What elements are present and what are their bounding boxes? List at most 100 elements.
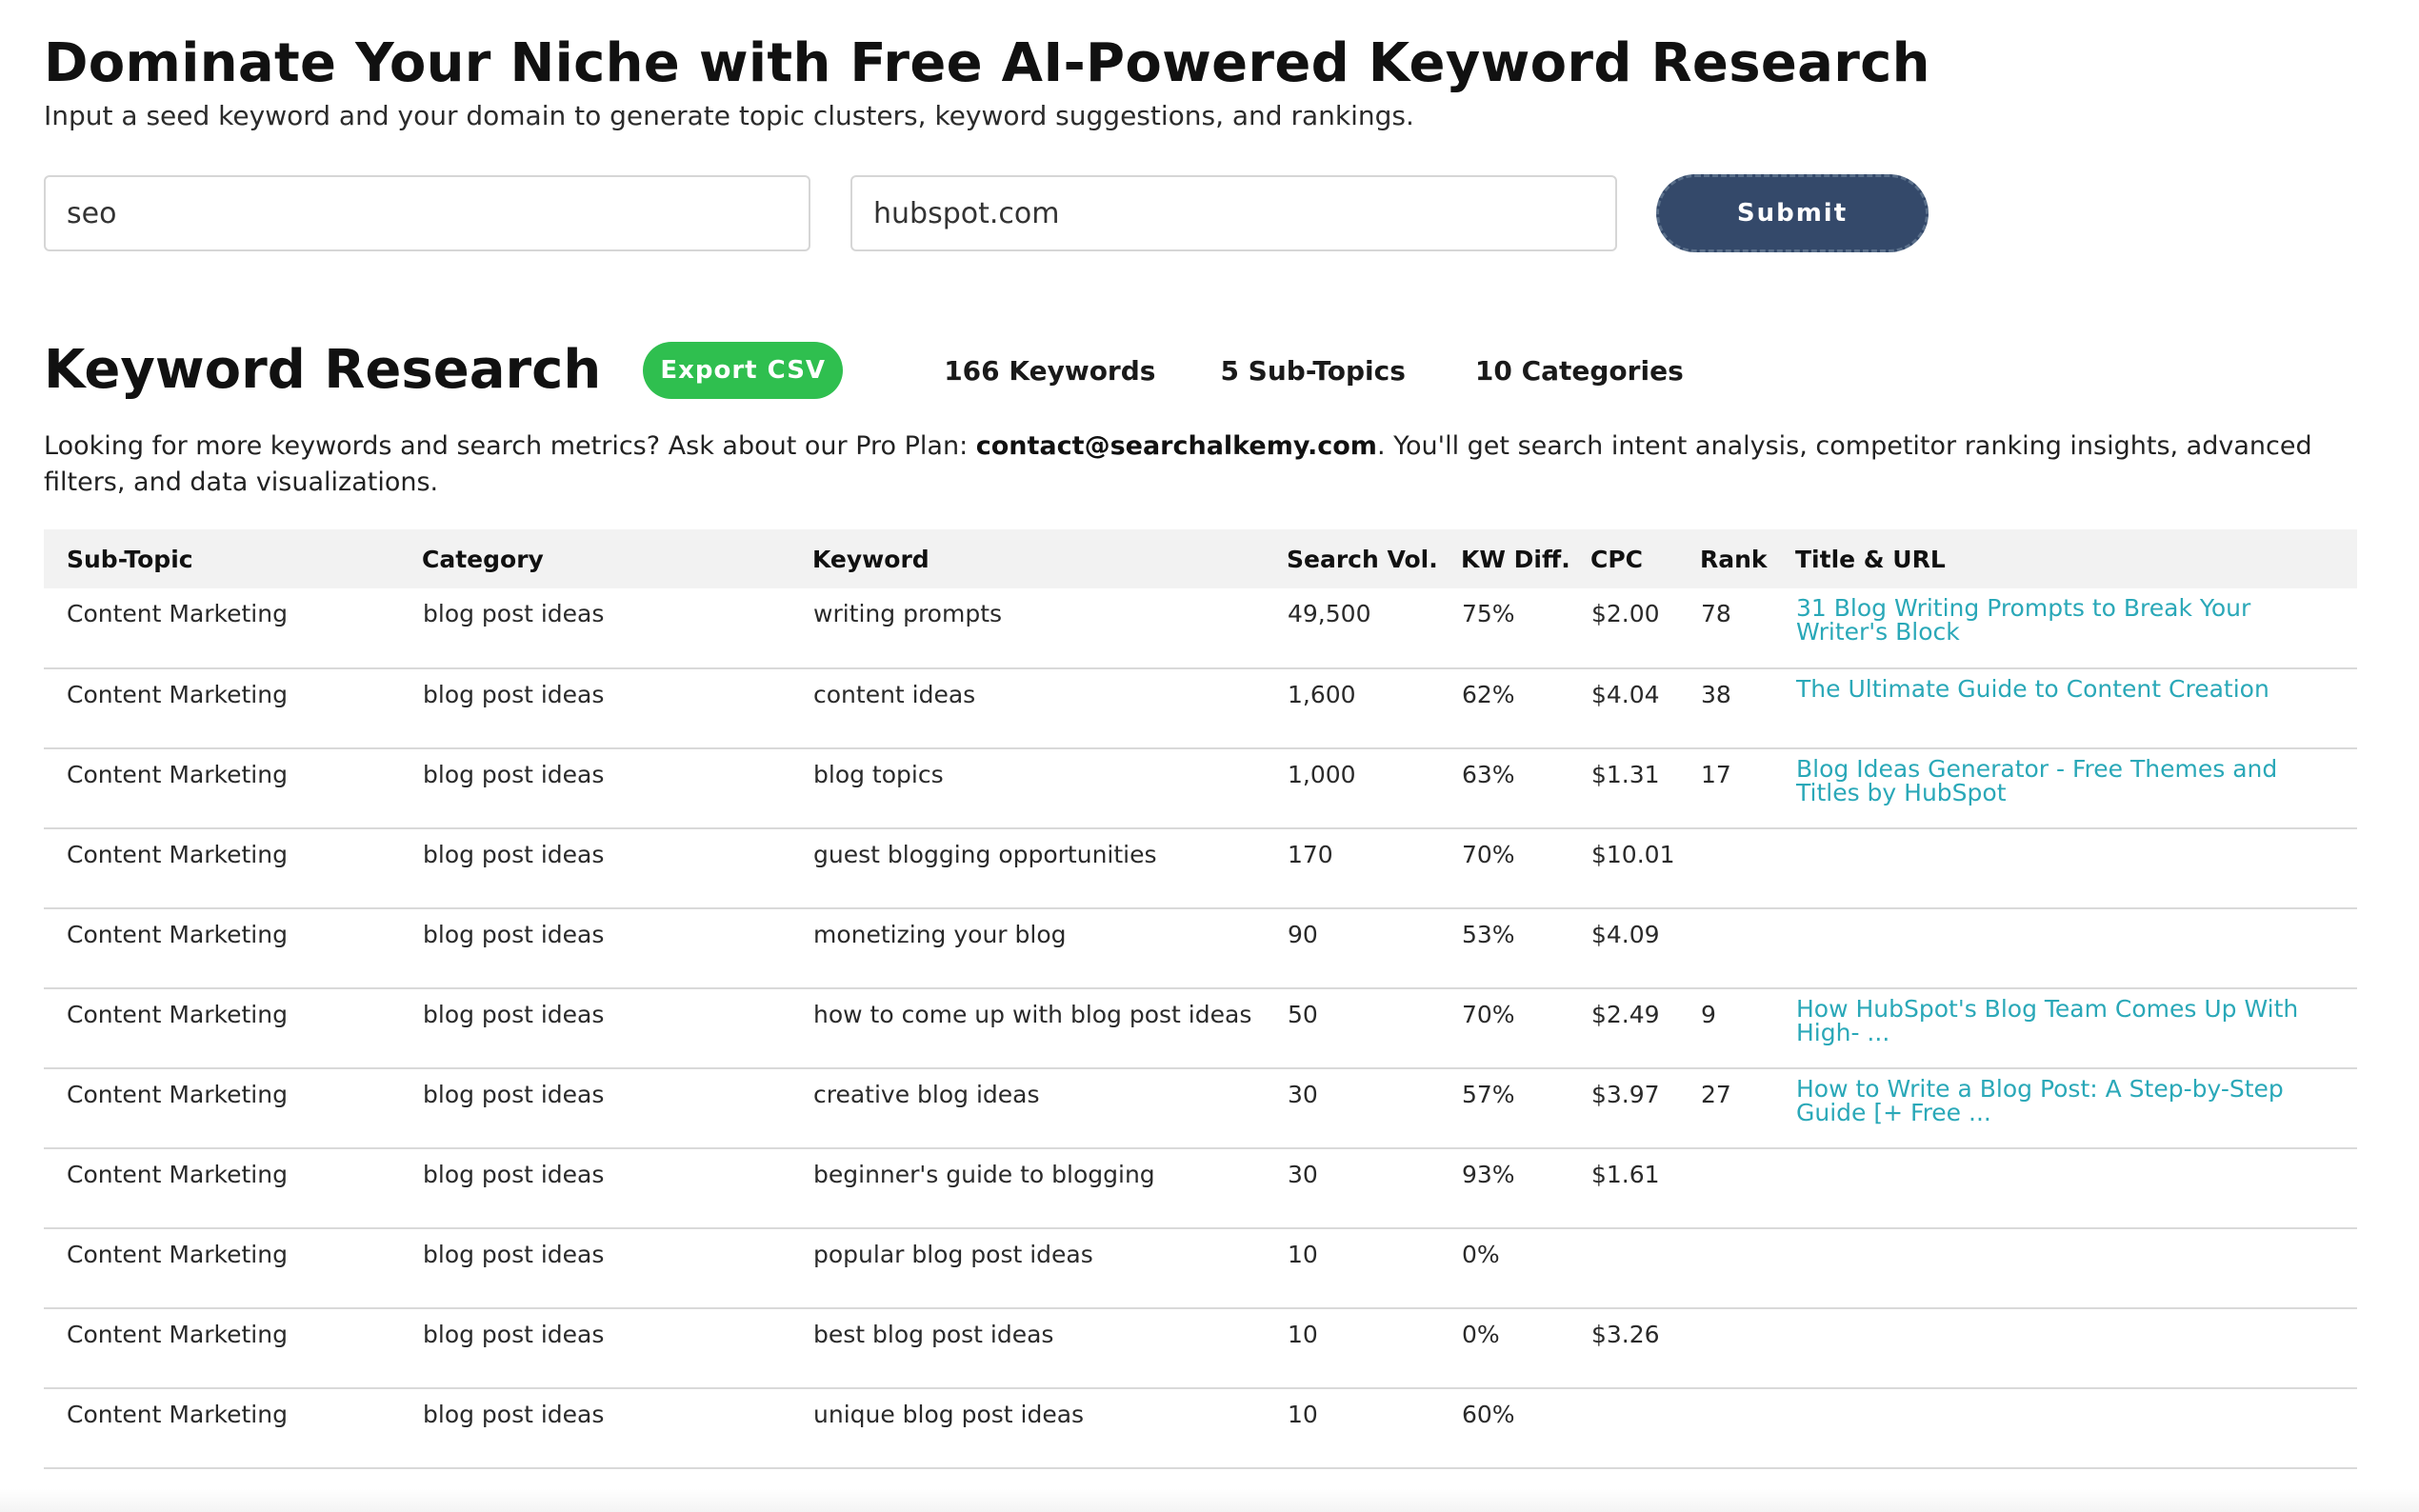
cell-keyword: beginner's guide to blogging <box>812 1148 1287 1229</box>
export-csv-button[interactable]: Export CSV <box>643 342 844 399</box>
page: Dominate Your Niche with Free AI-Powered… <box>0 0 2419 1512</box>
cell-rank <box>1700 1388 1795 1469</box>
cell-search-volume: 170 <box>1287 828 1461 909</box>
ranking-page-link[interactable]: 31 Blog Writing Prompts to Break Your Wr… <box>1796 596 2348 644</box>
cell-subtopic: Content Marketing <box>44 908 422 989</box>
cell-category: blog post ideas <box>422 1228 812 1309</box>
cell-subtopic: Content Marketing <box>44 748 422 829</box>
cell-kw-difficulty: 70% <box>1461 828 1590 909</box>
cell-kw-difficulty: 63% <box>1461 748 1590 829</box>
cell-title-url <box>1795 1148 2357 1229</box>
contact-email: contact@searchalkemy.com <box>975 431 1377 461</box>
cell-category: blog post ideas <box>422 668 812 749</box>
cell-title-url: How HubSpot's Blog Team Comes Up With Hi… <box>1795 988 2357 1069</box>
cell-rank: 9 <box>1700 988 1795 1069</box>
cell-search-volume: 49,500 <box>1287 588 1461 669</box>
ranking-page-link[interactable]: How HubSpot's Blog Team Comes Up With Hi… <box>1796 997 2348 1044</box>
cell-cpc: $1.31 <box>1590 748 1700 829</box>
cell-keyword: monetizing your blog <box>812 908 1287 989</box>
table-row: Content Marketing blog post ideas unique… <box>44 1388 2357 1469</box>
cell-category: blog post ideas <box>422 988 812 1069</box>
cell-search-volume: 1,000 <box>1287 748 1461 829</box>
ranking-page-link[interactable]: How to Write a Blog Post: A Step-by-Step… <box>1796 1077 2348 1124</box>
cell-subtopic: Content Marketing <box>44 1228 422 1309</box>
cell-cpc <box>1590 1228 1700 1309</box>
cell-keyword: how to come up with blog post ideas <box>812 988 1287 1069</box>
cell-search-volume: 30 <box>1287 1148 1461 1229</box>
cell-cpc <box>1590 1388 1700 1469</box>
column-header-rank[interactable]: Rank <box>1700 529 1795 588</box>
subtopic-count: 5 Sub-Topics <box>1220 354 1406 387</box>
cell-title-url: How to Write a Blog Post: A Step-by-Step… <box>1795 1068 2357 1149</box>
table-row: Content Marketing blog post ideas guest … <box>44 828 2357 909</box>
cell-search-volume: 10 <box>1287 1228 1461 1309</box>
cell-title-url <box>1795 1308 2357 1389</box>
cell-subtopic: Content Marketing <box>44 1388 422 1469</box>
column-header-title-url[interactable]: Title & URL <box>1795 529 2357 588</box>
cell-kw-difficulty: 0% <box>1461 1308 1590 1389</box>
cell-title-url <box>1795 1388 2357 1469</box>
cell-title-url <box>1795 908 2357 989</box>
column-header-keyword[interactable]: Keyword <box>812 529 1287 588</box>
cell-cpc: $2.49 <box>1590 988 1700 1069</box>
cell-category: blog post ideas <box>422 1308 812 1389</box>
cell-keyword: popular blog post ideas <box>812 1228 1287 1309</box>
column-header-category[interactable]: Category <box>422 529 812 588</box>
cell-category: blog post ideas <box>422 908 812 989</box>
cell-rank: 17 <box>1700 748 1795 829</box>
cell-subtopic: Content Marketing <box>44 1308 422 1389</box>
cell-title-url: The Ultimate Guide to Content Creation <box>1795 668 2357 749</box>
column-header-cpc[interactable]: CPC <box>1590 529 1700 588</box>
hero-title: Dominate Your Niche with Free AI-Powered… <box>44 32 1930 94</box>
cell-subtopic: Content Marketing <box>44 1068 422 1149</box>
seed-keyword-input[interactable] <box>44 175 810 251</box>
results-header: Keyword Research Export CSV 166 Keywords… <box>44 337 2357 404</box>
column-header-sub-topic[interactable]: Sub-Topic <box>44 529 422 588</box>
ranking-page-link[interactable]: Blog Ideas Generator - Free Themes and T… <box>1796 757 2348 805</box>
cell-keyword: content ideas <box>812 668 1287 749</box>
cell-rank <box>1700 828 1795 909</box>
cell-search-volume: 10 <box>1287 1388 1461 1469</box>
cell-keyword: guest blogging opportunities <box>812 828 1287 909</box>
cell-kw-difficulty: 62% <box>1461 668 1590 749</box>
keyword-form: Submit <box>44 174 2357 252</box>
cell-keyword: creative blog ideas <box>812 1068 1287 1149</box>
hero-subtitle: Input a seed keyword and your domain to … <box>44 100 1414 131</box>
table-row: Content Marketing blog post ideas best b… <box>44 1308 2357 1389</box>
column-header-kw-difficulty[interactable]: KW Diff. <box>1461 529 1590 588</box>
cell-cpc: $4.09 <box>1590 908 1700 989</box>
table-row: Content Marketing blog post ideas blog t… <box>44 748 2357 829</box>
cell-keyword: blog topics <box>812 748 1287 829</box>
table-row: Content Marketing blog post ideas how to… <box>44 988 2357 1069</box>
cell-rank <box>1700 1148 1795 1229</box>
cell-title-url: 31 Blog Writing Prompts to Break Your Wr… <box>1795 588 2357 669</box>
cell-search-volume: 90 <box>1287 908 1461 989</box>
cell-keyword: writing prompts <box>812 588 1287 669</box>
cell-rank <box>1700 908 1795 989</box>
domain-input[interactable] <box>850 175 1617 251</box>
cell-rank: 78 <box>1700 588 1795 669</box>
ranking-page-link[interactable]: The Ultimate Guide to Content Creation <box>1796 677 2348 701</box>
column-header-search-volume[interactable]: Search Vol. <box>1287 529 1461 588</box>
submit-button[interactable]: Submit <box>1656 174 1929 252</box>
cell-search-volume: 10 <box>1287 1308 1461 1389</box>
cell-search-volume: 1,600 <box>1287 668 1461 749</box>
cell-cpc: $4.04 <box>1590 668 1700 749</box>
category-count: 10 Categories <box>1474 354 1684 387</box>
cell-cpc: $10.01 <box>1590 828 1700 909</box>
table-row: Content Marketing blog post ideas conten… <box>44 668 2357 749</box>
cell-cpc: $1.61 <box>1590 1148 1700 1229</box>
cell-cpc: $3.26 <box>1590 1308 1700 1389</box>
cell-category: blog post ideas <box>422 748 812 829</box>
cell-keyword: unique blog post ideas <box>812 1388 1287 1469</box>
cell-kw-difficulty: 93% <box>1461 1148 1590 1229</box>
cell-subtopic: Content Marketing <box>44 988 422 1069</box>
cell-category: blog post ideas <box>422 588 812 669</box>
cell-search-volume: 50 <box>1287 988 1461 1069</box>
cell-rank <box>1700 1228 1795 1309</box>
cell-kw-difficulty: 0% <box>1461 1228 1590 1309</box>
cell-kw-difficulty: 60% <box>1461 1388 1590 1469</box>
table-row: Content Marketing blog post ideas moneti… <box>44 908 2357 989</box>
cell-subtopic: Content Marketing <box>44 668 422 749</box>
table-header-row: Sub-Topic Category Keyword Search Vol. K… <box>44 529 2357 588</box>
